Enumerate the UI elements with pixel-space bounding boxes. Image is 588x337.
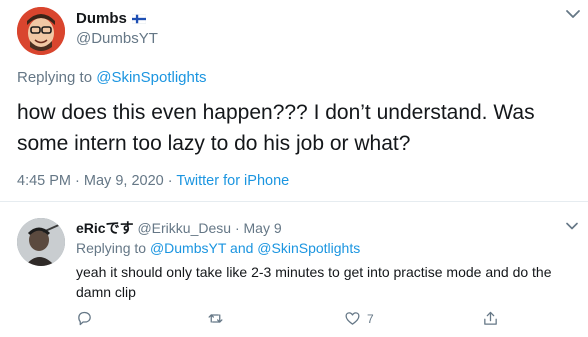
reply-avatar[interactable] [17,218,65,266]
mention-link[interactable]: @DumbsYT [150,240,226,256]
reply-text: yeah it should only take like 2-3 minute… [76,264,552,300]
finland-flag-icon [131,13,146,24]
replying-prefix: Replying to [76,240,147,256]
mention-link[interactable]: @SkinSpotlights [257,240,360,256]
retweet-icon [208,314,223,323]
more-icon[interactable] [565,8,581,20]
name-line: Dumbs [76,10,146,27]
like-button[interactable]: 7 [344,310,374,327]
share-icon [484,311,497,325]
share-button[interactable] [482,310,499,327]
meta-separator: · [75,173,80,189]
tweet-date[interactable]: May 9, 2020 [84,173,164,189]
meta-separator: · [167,173,173,189]
meta-separator: · [234,220,240,236]
and-text: and [230,240,254,256]
reply-tweet[interactable]: eRicです @Erikku_Desu · May 9 Replying to … [0,202,588,337]
heart-icon [345,312,360,325]
main-tweet: Dumbs @DumbsYT Replying to @SkinSpotligh… [0,0,588,201]
reply-handle[interactable]: @Erikku_Desu [137,220,231,236]
handle[interactable]: @DumbsYT [76,30,158,47]
tweet-time[interactable]: 4:45 PM [17,173,71,189]
tweet-text: how does this even happen??? I don’t und… [17,101,535,155]
reply-button[interactable] [76,310,93,327]
reply-replying-to: Replying to @DumbsYT and @SkinSpotlights [76,240,360,256]
reply-icon [78,311,91,326]
display-name[interactable]: Dumbs [76,10,127,27]
like-count: 7 [367,311,374,326]
reply-header: eRicです @Erikku_Desu · May 9 [76,218,282,238]
avatar[interactable] [17,7,65,55]
retweet-button[interactable] [207,310,224,327]
tweet-meta: 4:45 PM · May 9, 2020 · Twitter for iPho… [17,173,289,189]
tweet-source[interactable]: Twitter for iPhone [176,173,289,189]
replying-to: Replying to @SkinSpotlights [17,69,207,86]
replying-prefix: Replying to [17,69,93,86]
reply-date[interactable]: May 9 [244,220,282,236]
reply-display-name[interactable]: eRicです [76,220,134,236]
chevron-down-icon[interactable] [566,222,578,230]
action-bar: 7 [0,310,588,330]
mention-link[interactable]: @SkinSpotlights [96,69,206,86]
